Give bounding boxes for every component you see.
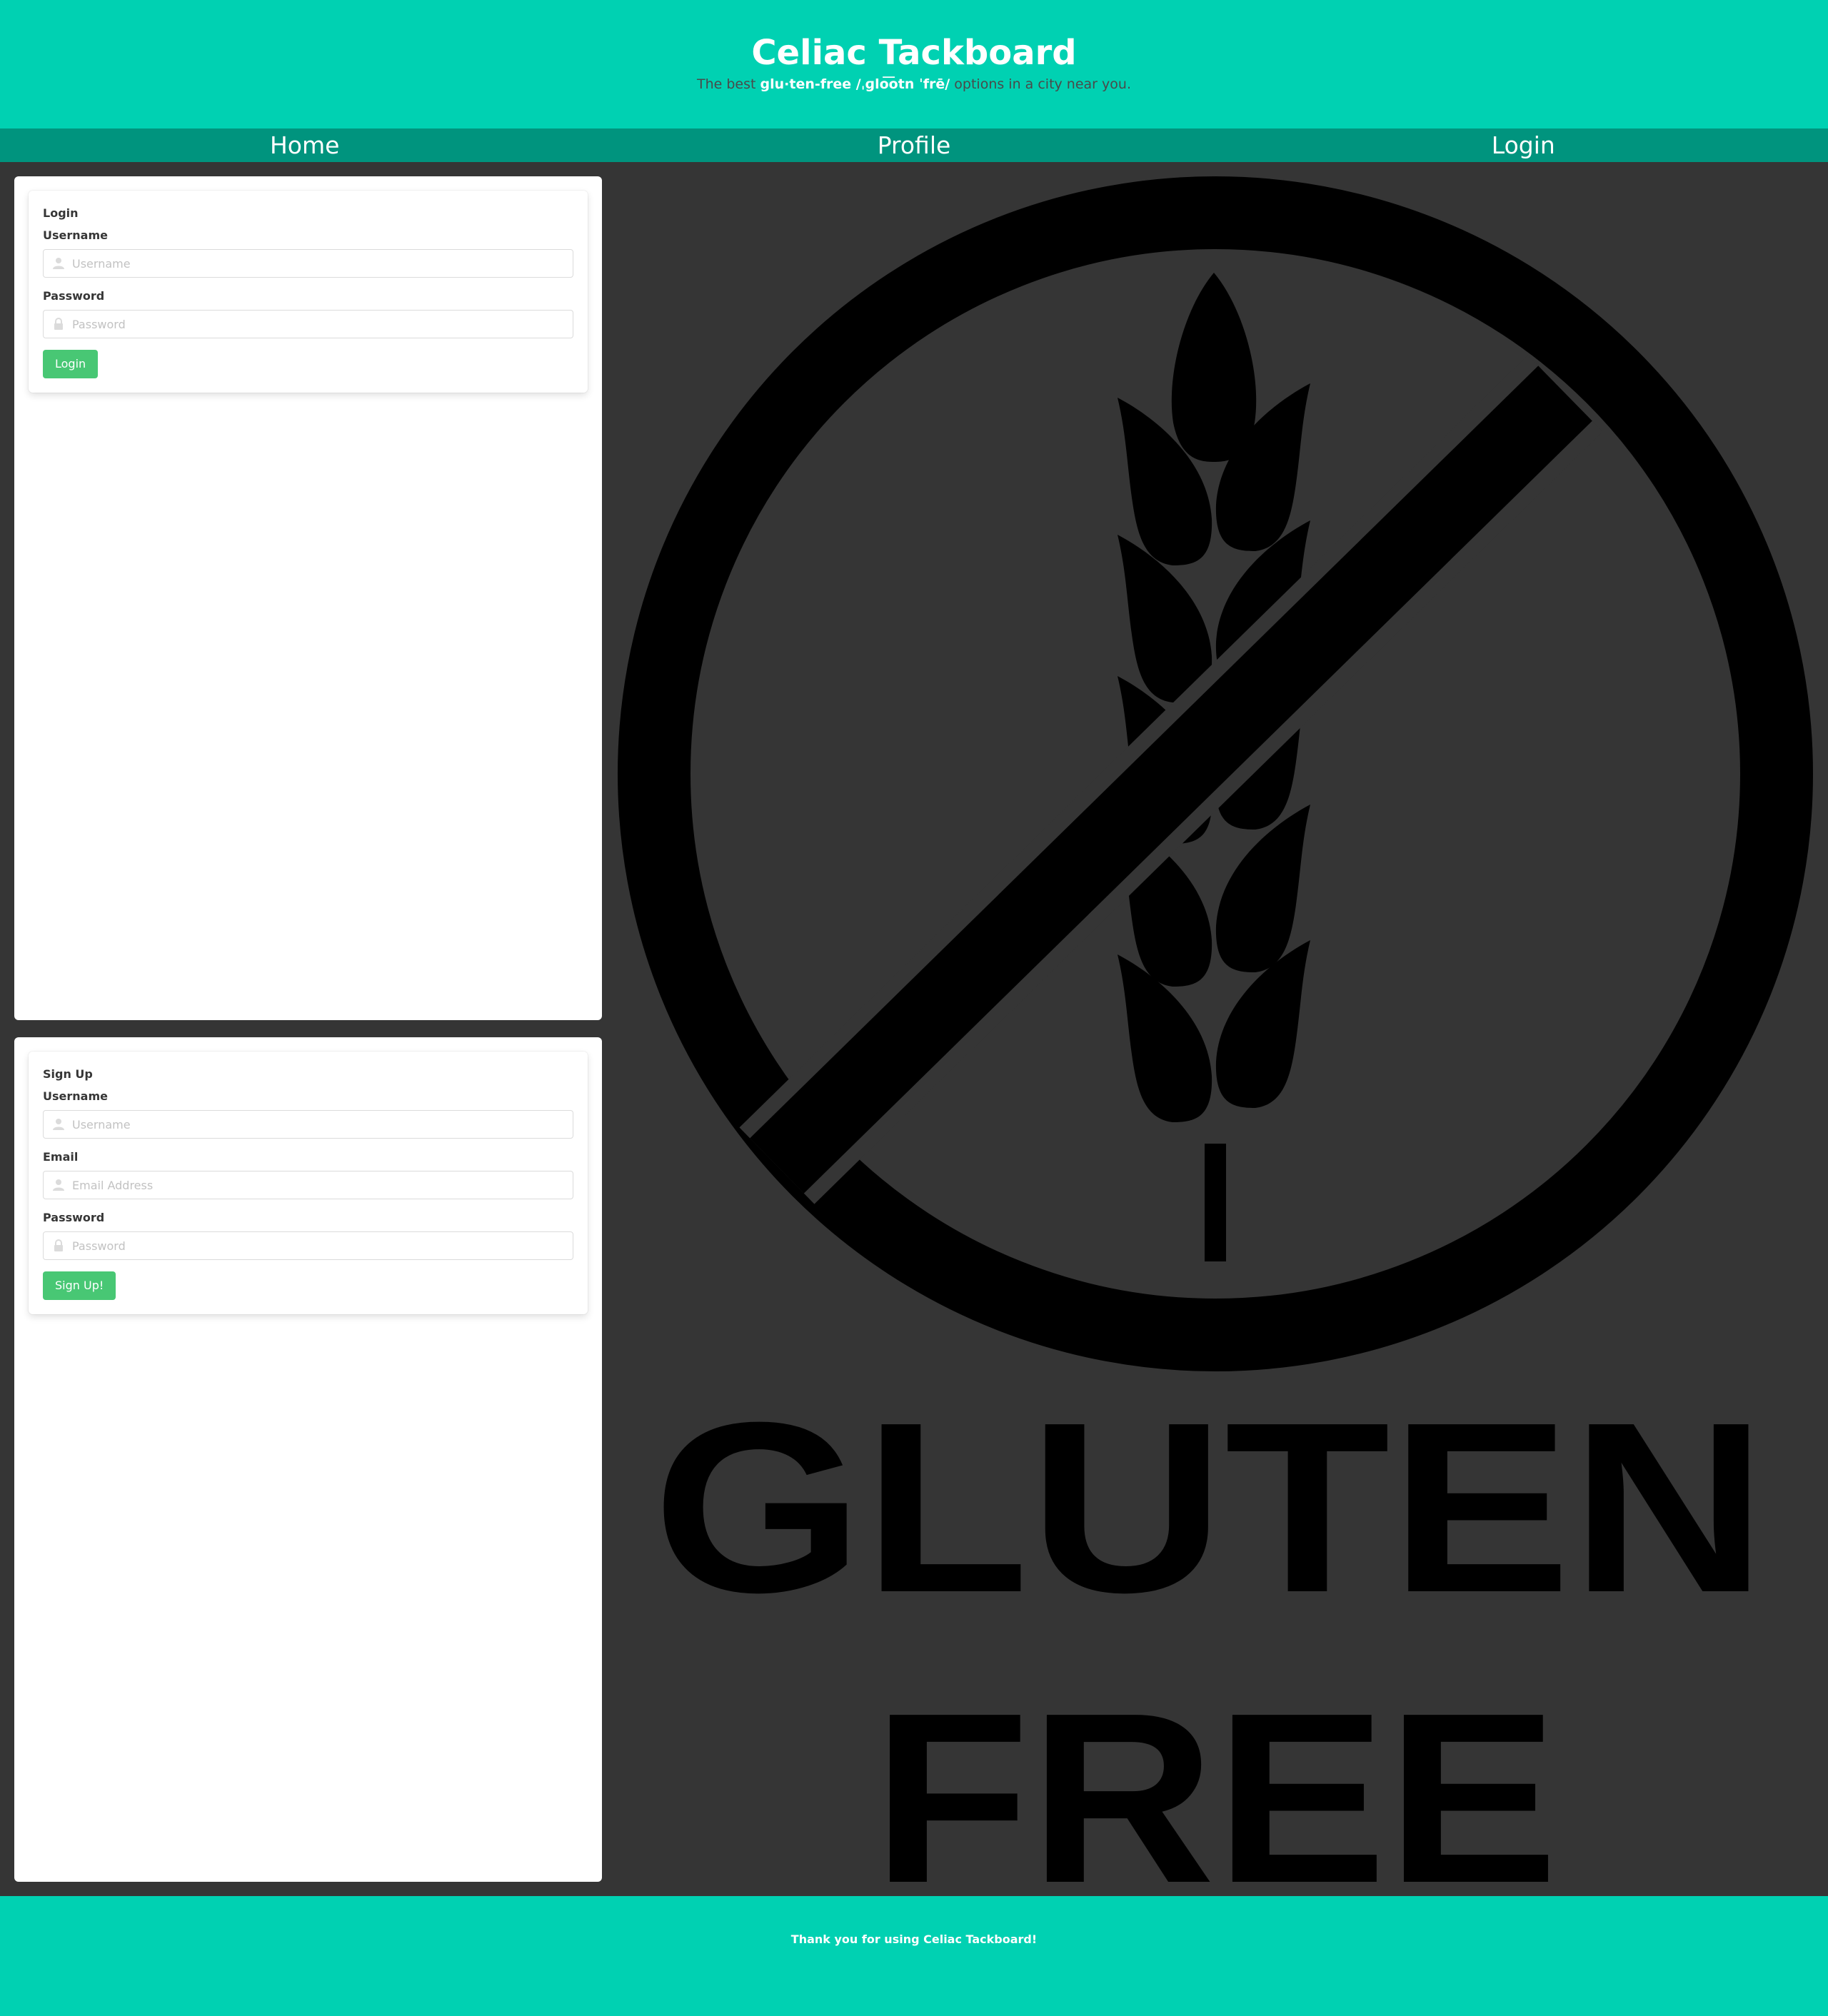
tagline-suffix: options in a city near you. (950, 76, 1131, 92)
nav-home-link[interactable]: Home (0, 128, 609, 162)
signup-password-input[interactable] (44, 1232, 573, 1259)
login-password-label: Password (43, 289, 105, 303)
logo-text-line1: GLUTEN (653, 1372, 1767, 1643)
login-password-field (43, 310, 573, 338)
main-nav: Home Profile Login (0, 128, 1828, 162)
signup-email-input[interactable] (44, 1171, 573, 1199)
logo-text-line2: FREE (873, 1663, 1558, 1882)
signup-username-label: Username (43, 1089, 108, 1103)
site-title: Celiac Tackboard (751, 33, 1077, 73)
site-tagline: The best glu·ten-free /ˌɡlo͞otn ˈfrē/ op… (0, 76, 1828, 92)
signup-box: Sign Up Username Email Password Sign Up! (29, 1052, 588, 1314)
tagline-prefix: The best (696, 76, 760, 92)
site-footer: Thank you for using Celiac Tackboard! (0, 1896, 1828, 2016)
signup-username-input[interactable] (44, 1111, 573, 1138)
no-wheat-icon: GLUTEN FREE (618, 176, 1813, 1934)
lock-icon (54, 1239, 63, 1251)
signup-button[interactable]: Sign Up! (43, 1271, 116, 1300)
login-username-input[interactable] (44, 250, 573, 277)
lock-icon (54, 318, 63, 330)
signup-email-label: Email (43, 1150, 79, 1164)
user-icon (53, 1119, 64, 1130)
site-header: Celiac Tackboard The best glu·ten-free /… (0, 0, 1828, 128)
signup-username-field (43, 1110, 573, 1139)
signup-email-field (43, 1171, 573, 1199)
signup-title: Sign Up (43, 1067, 93, 1081)
login-username-field (43, 249, 573, 278)
user-icon (53, 1179, 64, 1191)
tagline-highlight: glu·ten-free /ˌɡlo͞otn ˈfrē/ (760, 76, 950, 92)
footer-text: Thank you for using Celiac Tackboard! (790, 1932, 1038, 1946)
login-username-label: Username (43, 228, 108, 242)
signup-password-field (43, 1231, 573, 1260)
gluten-free-logo: GLUTEN FREE (616, 176, 1815, 1934)
nav-login-link[interactable]: Login (1219, 128, 1828, 162)
signup-panel: Sign Up Username Email Password Sign Up! (14, 1037, 602, 1882)
signup-password-label: Password (43, 1211, 105, 1224)
login-panel: Login Username Password Login (14, 176, 602, 1020)
login-box: Login Username Password Login (29, 191, 588, 393)
nav-profile-link[interactable]: Profile (609, 128, 1218, 162)
login-password-input[interactable] (44, 311, 573, 338)
login-title: Login (43, 206, 79, 220)
user-icon (53, 258, 64, 269)
login-button[interactable]: Login (43, 350, 99, 378)
